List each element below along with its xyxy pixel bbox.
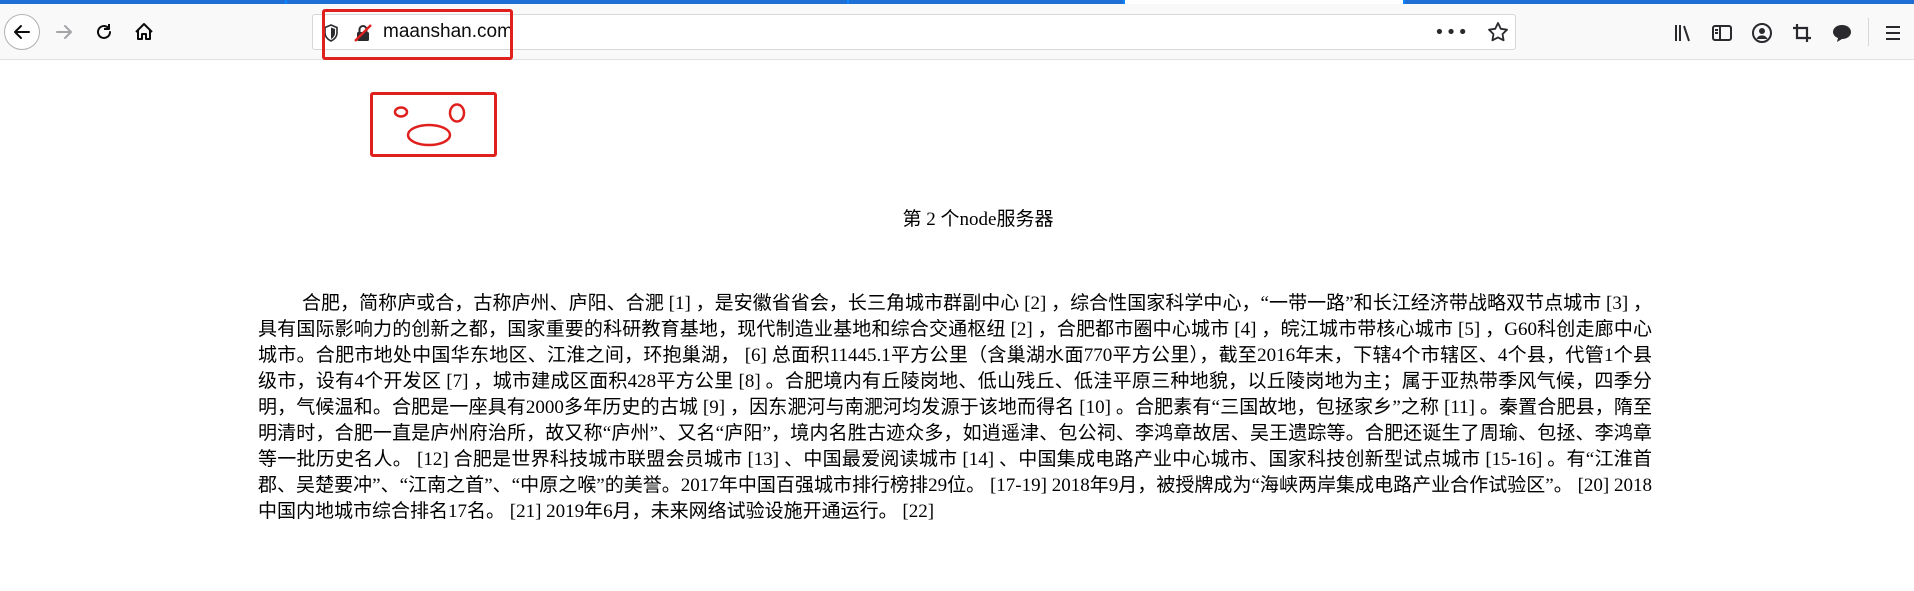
face-doodle-icon: [393, 103, 466, 147]
back-arrow-icon: [14, 25, 30, 39]
chat-icon[interactable]: [1829, 20, 1855, 46]
library-icon[interactable]: [1670, 20, 1696, 46]
forward-button[interactable]: [46, 14, 82, 50]
forward-arrow-icon: [56, 25, 72, 39]
face-annotation-box: [370, 92, 497, 157]
home-button[interactable]: [126, 14, 162, 50]
menu-icon[interactable]: [1880, 20, 1906, 46]
page-heading: 第 2 个node服务器: [902, 209, 1054, 230]
back-button[interactable]: [4, 14, 40, 50]
toolbar-separator: [1868, 18, 1869, 46]
url-annotation-box: [322, 9, 513, 60]
home-icon: [135, 23, 153, 40]
article-paragraph: 合肥，简称庐或合，古称庐州、庐阳、合淝 [1] ，是安徽省省会，长三角城市群副中…: [258, 293, 1652, 522]
navigation-toolbar: maanshan.com •••: [0, 4, 1914, 60]
reload-icon: [97, 24, 111, 39]
screenshot-icon[interactable]: [1789, 20, 1815, 46]
bookmark-star-icon[interactable]: [1487, 21, 1509, 47]
page-actions-icon[interactable]: •••: [1434, 24, 1469, 42]
reload-button[interactable]: [86, 14, 122, 50]
account-icon[interactable]: [1749, 20, 1775, 46]
sidebar-icon[interactable]: [1709, 20, 1735, 46]
